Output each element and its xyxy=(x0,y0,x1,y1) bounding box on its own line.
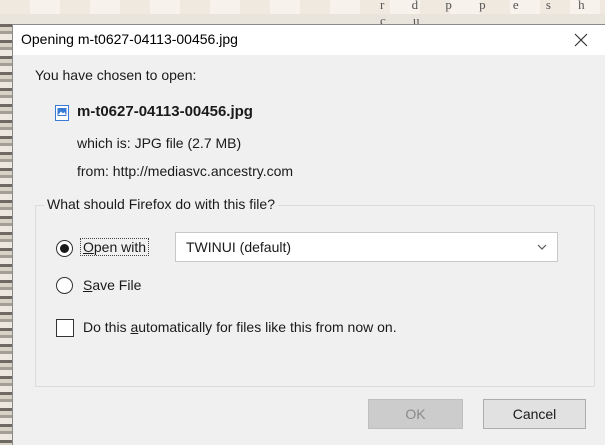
ok-button[interactable]: OK xyxy=(368,399,463,429)
download-dialog: Opening m-t0627-04113-00456.jpg You have… xyxy=(12,24,605,445)
window-title: Opening m-t0627-04113-00456.jpg xyxy=(21,31,238,47)
application-select[interactable]: TWINUI (default) xyxy=(175,232,558,262)
auto-action-label[interactable]: Do this automatically for files like thi… xyxy=(83,319,397,335)
auto-action-label-rest: utomatically for files like this from no… xyxy=(138,319,397,335)
image-file-icon xyxy=(55,105,69,121)
chevron-down-icon xyxy=(537,244,547,250)
intro-text: You have chosen to open: xyxy=(35,67,197,83)
cancel-button[interactable]: Cancel xyxy=(483,399,586,429)
background-page: r d p p e s h c u xyxy=(0,0,605,24)
file-type: which is: JPG file (2.7 MB) xyxy=(77,135,242,151)
close-icon xyxy=(574,33,588,47)
file-source: from: http://mediasvc.ancestry.com xyxy=(77,163,294,179)
save-file-label-rest: ave File xyxy=(92,277,142,293)
save-file-radio[interactable] xyxy=(56,277,73,294)
open-with-label-rest: pen with xyxy=(93,239,147,255)
auto-action-label-pre: Do this xyxy=(83,319,131,335)
application-select-value: TWINUI (default) xyxy=(186,239,292,255)
save-file-label[interactable]: Save File xyxy=(83,277,141,293)
close-button[interactable] xyxy=(561,25,601,55)
background-document-edge xyxy=(0,24,12,445)
title-bar: Opening m-t0627-04113-00456.jpg xyxy=(13,25,605,55)
action-group-legend: What should Firefox do with this file? xyxy=(44,196,278,212)
save-file-accel: S xyxy=(83,277,93,293)
open-with-radio[interactable] xyxy=(56,240,73,257)
auto-action-checkbox[interactable] xyxy=(56,319,74,337)
open-with-accel: O xyxy=(83,239,94,255)
file-name: m-t0627-04113-00456.jpg xyxy=(77,103,253,120)
open-with-label[interactable]: Open with xyxy=(79,238,150,256)
background-document-text: r d p p e s h c u xyxy=(380,0,597,24)
